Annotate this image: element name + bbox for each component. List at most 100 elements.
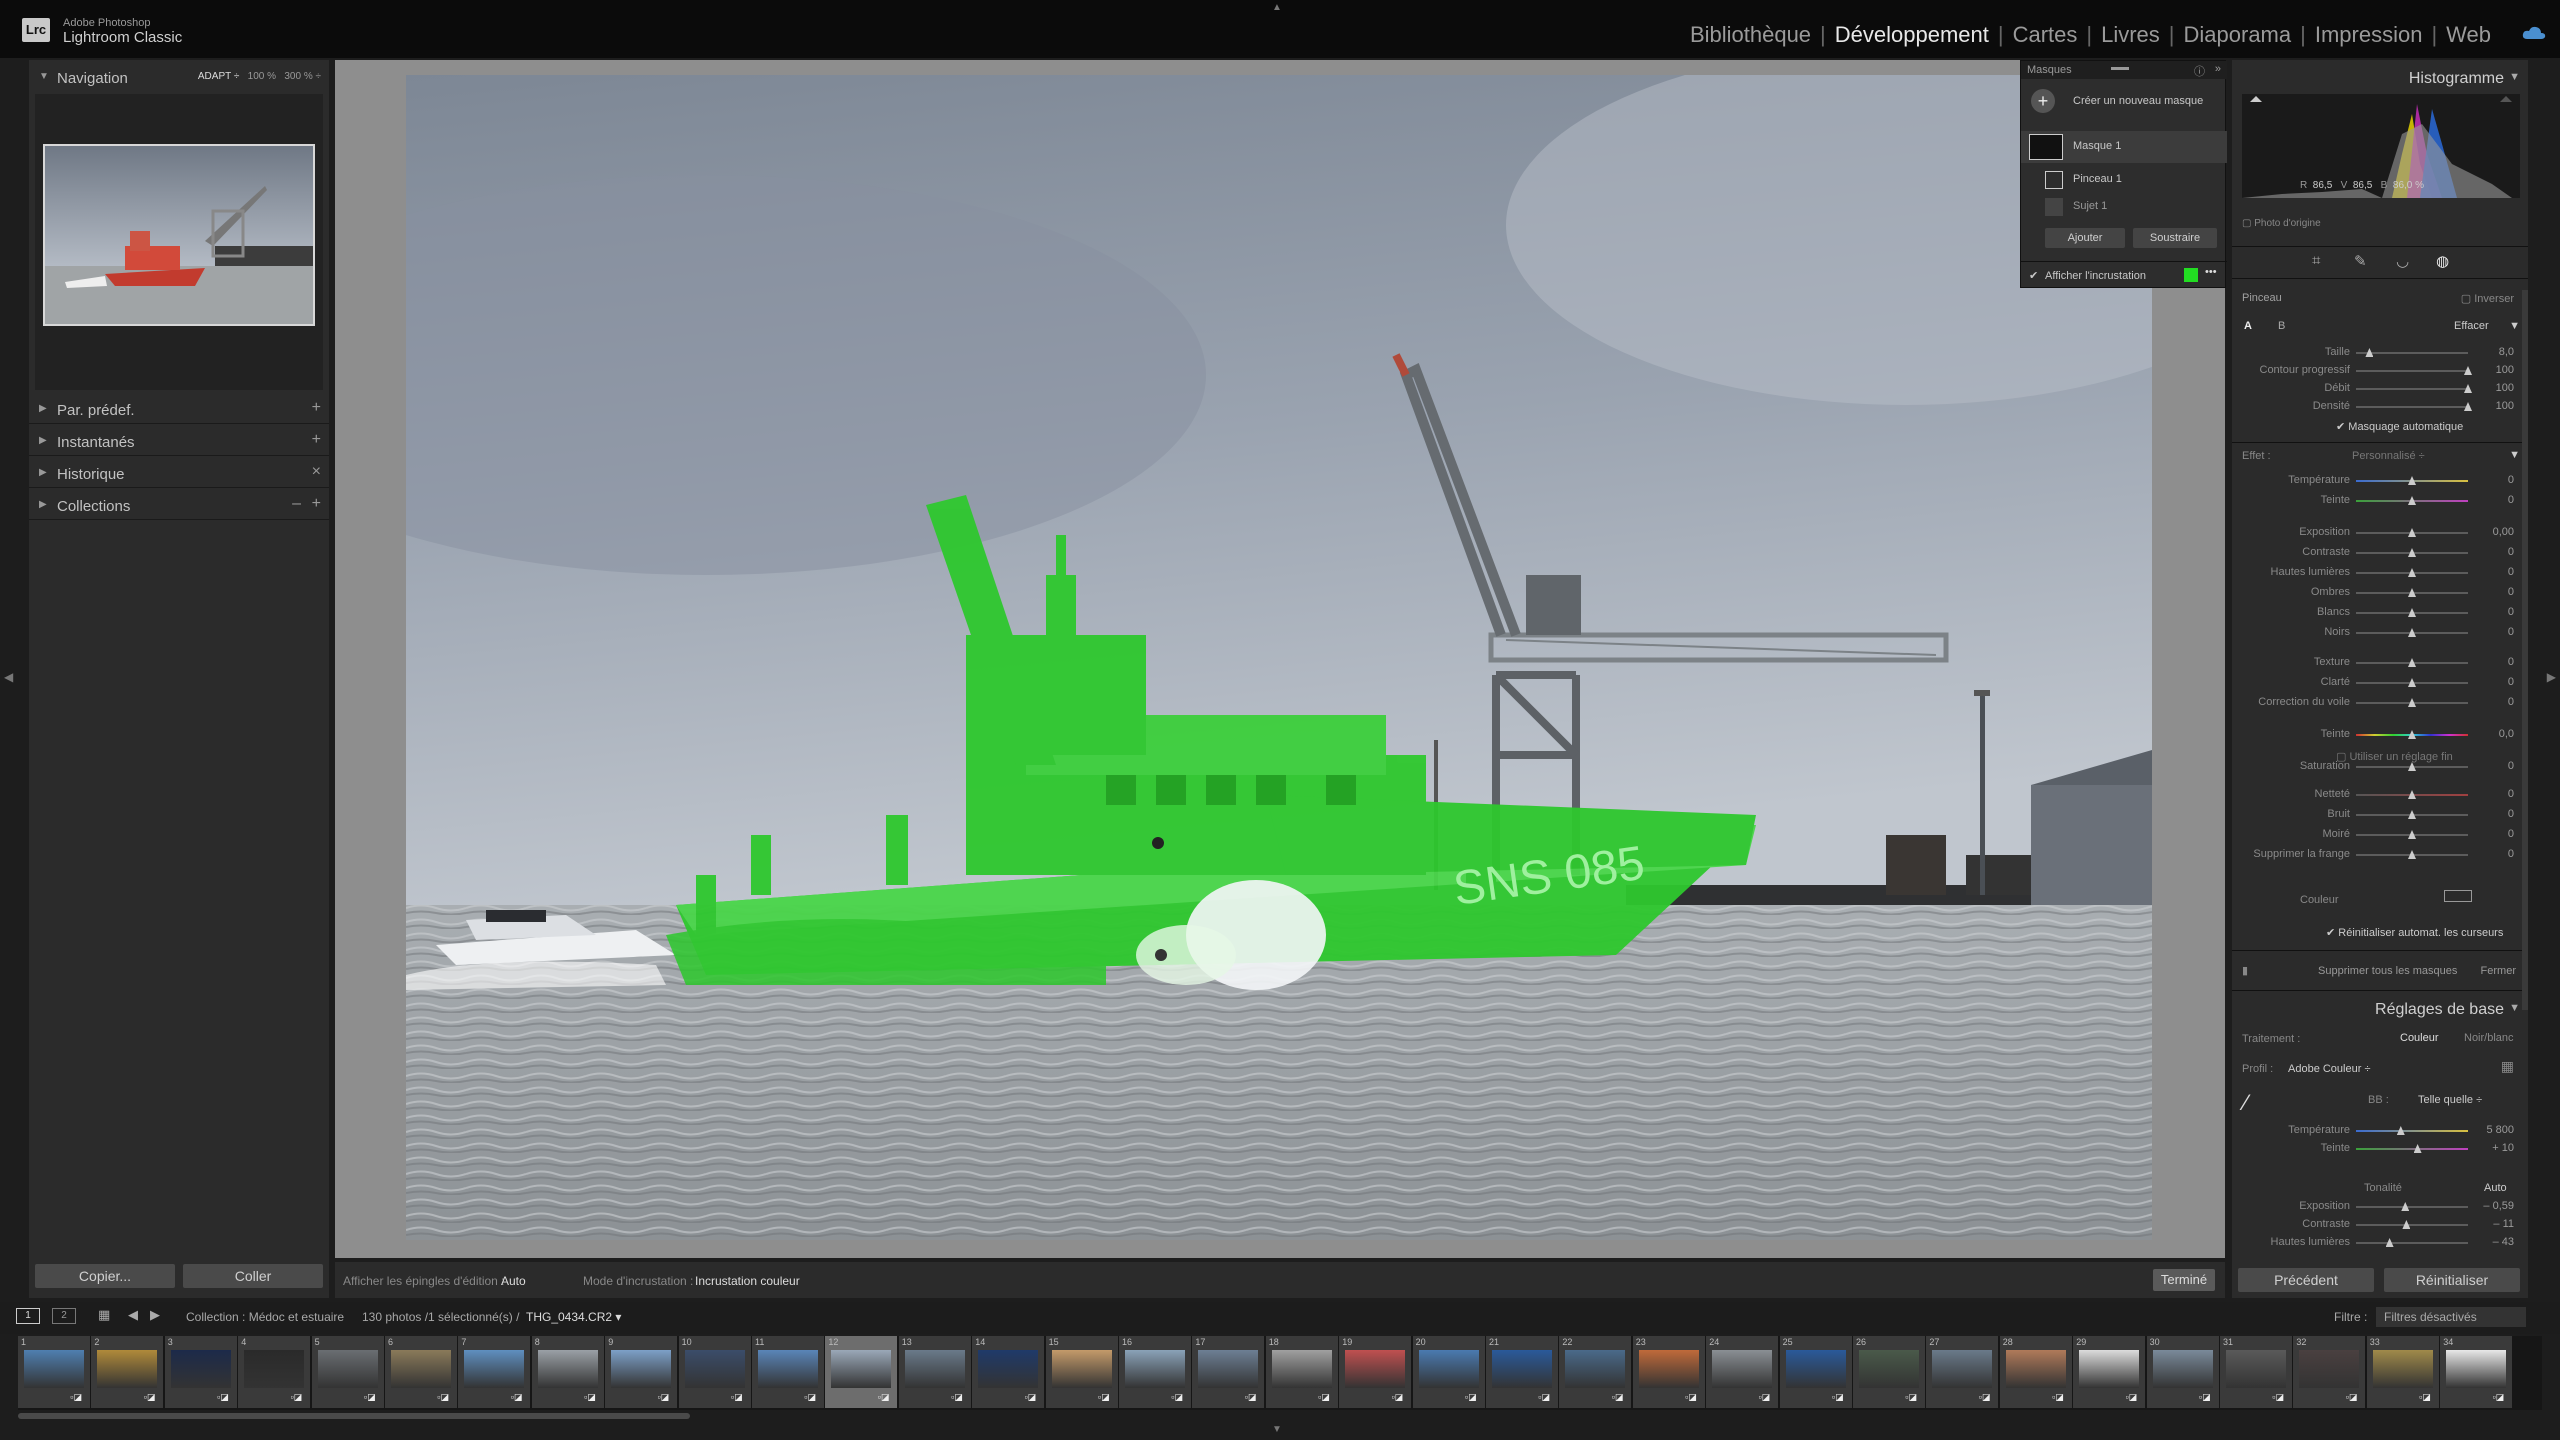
collapse-masks-icon[interactable]: » — [2215, 63, 2221, 75]
filmstrip-thumbnail[interactable]: 2 ▫◪ — [91, 1336, 164, 1408]
slider-row[interactable]: Teinte + 10 — [2232, 1140, 2528, 1158]
profile-select[interactable]: Adobe Couleur ÷ — [2288, 1063, 2370, 1075]
slider-value[interactable]: 0 — [2508, 494, 2514, 506]
filmstrip-thumbnail[interactable]: 18 ▫◪ — [1265, 1336, 1338, 1408]
slider-row[interactable]: Noirs 0 — [2232, 624, 2528, 642]
filmstrip-thumbnail[interactable]: 15 ▫◪ — [1045, 1336, 1118, 1408]
done-button[interactable]: Terminé — [2153, 1269, 2215, 1291]
panel-scrollbar[interactable] — [2522, 290, 2528, 1010]
paste-button[interactable]: Coller — [183, 1264, 323, 1288]
slider-value[interactable]: + 10 — [2492, 1142, 2514, 1154]
filmstrip-thumbnail[interactable]: 11 ▫◪ — [752, 1336, 824, 1408]
slider-row[interactable]: Blancs 0 — [2232, 604, 2528, 622]
navigator-preview[interactable] — [43, 144, 315, 326]
slider-value[interactable]: 0 — [2508, 696, 2514, 708]
effect-preset-select[interactable]: Personnalisé ÷ — [2352, 450, 2425, 462]
slider-track[interactable] — [2356, 1224, 2468, 1226]
slider-track[interactable] — [2356, 388, 2468, 390]
copy-button[interactable]: Copier... — [35, 1264, 175, 1288]
slider-value[interactable]: 0 — [2508, 546, 2514, 558]
filmstrip-thumbnail[interactable]: 24 ▫◪ — [1706, 1336, 1779, 1408]
original-photo-toggle[interactable]: ▢ Photo d'origine — [2242, 218, 2321, 229]
filmstrip-thumbnail[interactable]: 21 ▫◪ — [1486, 1336, 1558, 1408]
masks-header[interactable]: Masques ⓘ » — [2021, 61, 2227, 79]
treatment-color[interactable]: Couleur — [2400, 1032, 2439, 1044]
slider-value[interactable]: 0 — [2508, 788, 2514, 800]
filmstrip-thumbnail[interactable]: 31 ▫◪ — [2220, 1336, 2292, 1408]
module-library[interactable]: Bibliothèque — [1681, 22, 1820, 48]
filmstrip-scrollbar[interactable] — [18, 1413, 690, 1419]
slider-row[interactable]: Taille 8,0 — [2232, 344, 2528, 362]
slider-row[interactable]: Débit 100 — [2232, 380, 2528, 398]
slider-row[interactable]: Correction du voile 0 — [2232, 694, 2528, 712]
clear-history-icon[interactable]: × — [312, 463, 321, 481]
filmstrip-thumbnail[interactable]: 17 ▫◪ — [1192, 1336, 1265, 1408]
module-map[interactable]: Cartes — [2004, 22, 2087, 48]
slider-row[interactable]: Texture 0 — [2232, 654, 2528, 672]
collapse-bottom-icon[interactable]: ▼ — [1272, 1424, 1282, 1435]
slider-row[interactable]: Densité 100 — [2232, 398, 2528, 416]
filmstrip-thumbnail[interactable]: 32 ▫◪ — [2293, 1336, 2366, 1408]
color-swatch[interactable] — [2444, 890, 2472, 902]
presets-header[interactable]: ▶ Par. prédef. + — [29, 396, 329, 424]
slider-track[interactable] — [2356, 370, 2468, 372]
slider-row[interactable]: Teinte 0,0 — [2232, 726, 2528, 744]
slider-row[interactable]: Contraste 0 — [2232, 544, 2528, 562]
wb-select[interactable]: Telle quelle ÷ — [2418, 1094, 2482, 1106]
filmstrip-thumbnail[interactable]: 5 ▫◪ — [311, 1336, 384, 1408]
slider-row[interactable]: Teinte 0 — [2232, 492, 2528, 510]
filmstrip-thumbnail[interactable]: 30 ▫◪ — [2146, 1336, 2219, 1408]
slider-row[interactable]: Exposition – 0,59 — [2232, 1198, 2528, 1216]
brush-options-icon[interactable]: ▼ — [2509, 320, 2520, 332]
brush-a-button[interactable]: A — [2244, 320, 2252, 332]
slider-row[interactable]: Ombres 0 — [2232, 584, 2528, 602]
overlay-options-icon[interactable]: ••• — [2205, 266, 2217, 278]
filmstrip-thumbnail[interactable]: 16 ▫◪ — [1119, 1336, 1191, 1408]
collapse-left-icon[interactable]: ◀ — [4, 670, 13, 684]
show-overlay-checkbox[interactable]: ✔ — [2029, 269, 2038, 282]
slider-value[interactable]: 0,00 — [2493, 526, 2514, 538]
filmstrip-thumbnail[interactable]: 33 ▫◪ — [2366, 1336, 2439, 1408]
slider-value[interactable]: – 11 — [2493, 1218, 2514, 1230]
slider-row[interactable]: Netteté 0 — [2232, 786, 2528, 804]
slider-row[interactable]: Contour progressif 100 — [2232, 362, 2528, 380]
slider-row[interactable]: Exposition 0,00 — [2232, 524, 2528, 542]
image-canvas[interactable]: SNS 085 — [335, 60, 2225, 1258]
close-masks-button[interactable]: Fermer — [2481, 965, 2516, 977]
window-1-button[interactable]: 1 — [16, 1308, 40, 1324]
treatment-bw[interactable]: Noir/blanc — [2464, 1032, 2514, 1044]
navigation-header[interactable]: ▼ Navigation ADAPT ÷ 100 % 300 % ÷ — [29, 64, 329, 92]
collapse-top-icon[interactable]: ▲ — [1272, 2, 1282, 13]
filmstrip-thumbnail[interactable]: 28 ▫◪ — [1999, 1336, 2072, 1408]
filmstrip-thumbnail[interactable]: 13 ▫◪ — [898, 1336, 971, 1408]
filmstrip-thumbnail[interactable]: 10 ▫◪ — [678, 1336, 751, 1408]
slider-row[interactable]: Clarté 0 — [2232, 674, 2528, 692]
slider-value[interactable]: 100 — [2496, 400, 2514, 412]
slider-track[interactable] — [2356, 1130, 2468, 1132]
histogram-header[interactable]: Histogramme ▼ — [2232, 64, 2528, 94]
previous-button[interactable]: Précédent — [2238, 1268, 2374, 1292]
module-develop[interactable]: Développement — [1826, 22, 1998, 48]
slider-row[interactable]: Moiré 0 — [2232, 826, 2528, 844]
slider-track[interactable] — [2356, 1206, 2468, 1208]
filmstrip-thumbnail[interactable]: 12 ▫◪ — [825, 1336, 898, 1408]
slider-value[interactable]: 0,0 — [2499, 728, 2514, 740]
grid-view-icon[interactable]: ▦ — [98, 1307, 110, 1323]
add-to-mask-button[interactable]: Ajouter — [2045, 228, 2125, 248]
module-slideshow[interactable]: Diaporama — [2175, 22, 2301, 48]
subject-1-row[interactable]: Sujet 1 — [2021, 192, 2227, 224]
invert-checkbox[interactable]: ▢ Inverser — [2461, 292, 2514, 305]
auto-mask-checkbox[interactable]: ✔ Masquage automatique — [2336, 420, 2463, 433]
filmstrip-thumbnail[interactable]: 19 ▫◪ — [1339, 1336, 1412, 1408]
module-book[interactable]: Livres — [2092, 22, 2169, 48]
pins-select[interactable]: Auto — [501, 1274, 526, 1288]
slider-row[interactable]: Température 0 — [2232, 472, 2528, 490]
slider-row[interactable]: Supprimer la frange 0 — [2232, 846, 2528, 864]
slider-value[interactable]: 0 — [2508, 474, 2514, 486]
filmstrip-thumbnail[interactable]: 26 ▫◪ — [1853, 1336, 1925, 1408]
add-collection-icon[interactable]: + — [312, 495, 321, 513]
filmstrip-thumbnail[interactable]: 25 ▫◪ — [1779, 1336, 1852, 1408]
window-2-button[interactable]: 2 — [52, 1308, 76, 1324]
slider-value[interactable]: 0 — [2508, 586, 2514, 598]
erase-button[interactable]: Effacer — [2454, 320, 2489, 332]
